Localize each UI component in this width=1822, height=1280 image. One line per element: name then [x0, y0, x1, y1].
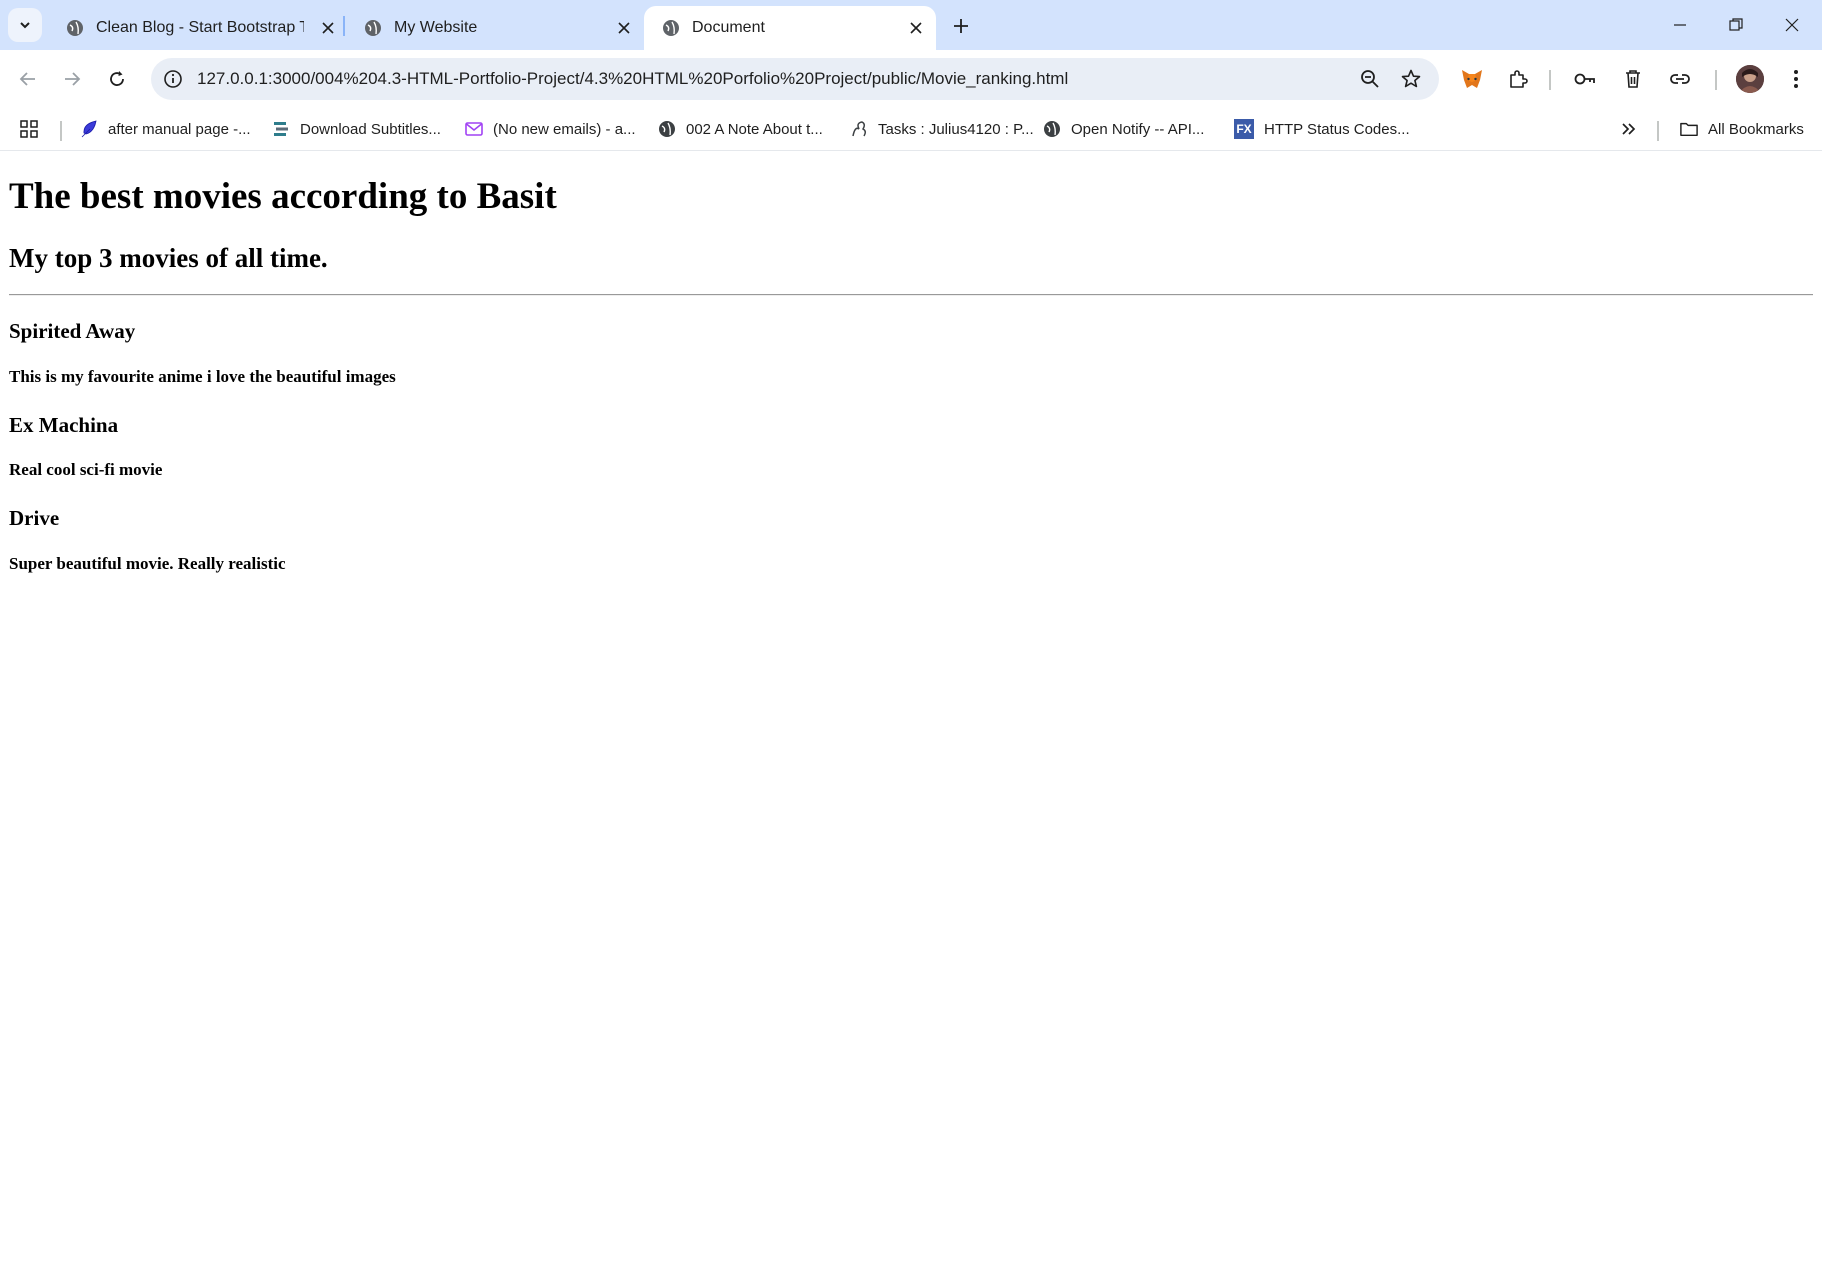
tab-strip: Clean Blog - Start Bootstrap The My Webs… — [0, 0, 1822, 50]
minimize-icon — [1673, 18, 1687, 32]
fx-icon-text: FX — [1236, 122, 1252, 136]
globe-icon — [364, 19, 382, 37]
restore-button[interactable] — [1708, 0, 1764, 50]
close-tab-icon[interactable] — [318, 18, 338, 38]
tab-my-website[interactable]: My Website — [346, 6, 644, 50]
plus-icon — [953, 18, 969, 34]
arrow-right-icon — [63, 70, 81, 88]
folder-icon — [1680, 120, 1698, 138]
fx-icon: FX — [1234, 119, 1254, 139]
tab-search-button[interactable] — [8, 8, 42, 42]
tab-title: My Website — [394, 19, 478, 36]
apps-grid-icon — [20, 120, 38, 138]
bookmark-label: Download Subtitles... — [300, 120, 441, 138]
reload-button[interactable] — [101, 63, 133, 95]
close-tab-icon[interactable] — [906, 18, 926, 38]
bookmark-item[interactable]: (No new emails) - a... — [465, 116, 636, 142]
tab-title: Document — [692, 19, 765, 36]
extensions-puzzle-icon[interactable] — [1502, 63, 1534, 95]
all-bookmarks-label: All Bookmarks — [1708, 120, 1804, 138]
bookmark-label: (No new emails) - a... — [493, 120, 636, 138]
profile-avatar[interactable] — [1736, 65, 1764, 93]
tab-document[interactable]: Document — [644, 6, 936, 50]
movie-title: Ex Machina — [9, 413, 119, 437]
chevron-down-icon — [18, 18, 32, 32]
tab-title: Clean Blog - Start Bootstrap The — [96, 19, 304, 36]
globe-icon — [1043, 120, 1061, 138]
page-content: The best movies according to Basit My to… — [0, 151, 1822, 1280]
site-info-icon[interactable] — [161, 67, 185, 91]
toolbar-separator — [1715, 70, 1717, 90]
globe-icon — [658, 120, 676, 138]
subtitles-icon — [272, 120, 290, 138]
tab-separator — [343, 16, 345, 36]
bookmarks-bar: after manual page -... Download Subtitle… — [0, 108, 1822, 151]
tasks-icon — [850, 120, 868, 138]
globe-icon — [662, 19, 680, 37]
feather-icon — [80, 120, 98, 138]
restore-icon — [1729, 18, 1743, 32]
double-chevron-right-icon — [1620, 120, 1638, 138]
bookmark-item[interactable]: Open Notify -- API... — [1043, 116, 1204, 142]
bookmark-item[interactable]: 002 A Note About t... — [658, 116, 823, 142]
bookmarks-separator — [1657, 121, 1659, 141]
movie-title: Spirited Away — [9, 319, 136, 343]
bookmarks-separator — [60, 121, 62, 141]
all-bookmarks-button[interactable]: All Bookmarks — [1680, 116, 1804, 142]
apps-button[interactable] — [20, 116, 38, 142]
menu-more-icon[interactable] — [1780, 63, 1812, 95]
tab-clean-blog[interactable]: Clean Blog - Start Bootstrap The — [48, 6, 348, 50]
bookmark-label: Tasks : Julius4120 : P... — [878, 120, 1034, 138]
page-subtitle: My top 3 movies of all time. — [9, 243, 328, 273]
movie-description: Real cool sci-fi movie — [9, 460, 163, 479]
movie-description: Super beautiful movie. Really realistic — [9, 554, 286, 573]
movie-description: This is my favourite anime i love the be… — [9, 367, 396, 386]
mail-icon — [465, 120, 483, 138]
url-text[interactable]: 127.0.0.1:3000/004%204.3-HTML-Portfolio-… — [197, 69, 1068, 89]
metamask-extension-icon[interactable] — [1456, 63, 1488, 95]
close-icon — [1785, 18, 1799, 32]
globe-icon — [66, 19, 84, 37]
reload-icon — [108, 70, 126, 88]
star-icon[interactable] — [1399, 67, 1423, 91]
minimize-button[interactable] — [1652, 0, 1708, 50]
close-window-button[interactable] — [1764, 0, 1820, 50]
bookmark-label: Open Notify -- API... — [1071, 120, 1205, 138]
link-icon[interactable] — [1664, 63, 1696, 95]
divider — [9, 294, 1813, 296]
bookmark-label: HTTP Status Codes... — [1264, 120, 1410, 138]
zoom-icon[interactable] — [1358, 67, 1382, 91]
bookmark-label: 002 A Note About t... — [686, 120, 823, 138]
bookmark-item[interactable]: FX HTTP Status Codes... — [1234, 116, 1410, 142]
trash-icon[interactable] — [1617, 63, 1649, 95]
movie-title: Drive — [9, 506, 60, 530]
toolbar-separator — [1549, 70, 1551, 90]
new-tab-button[interactable] — [947, 12, 975, 40]
bookmark-item[interactable]: Download Subtitles... — [272, 116, 441, 142]
password-key-icon[interactable] — [1569, 63, 1601, 95]
more-bookmarks-button[interactable] — [1620, 116, 1638, 142]
page-title: The best movies according to Basit — [9, 176, 557, 217]
address-bar[interactable]: 127.0.0.1:3000/004%204.3-HTML-Portfolio-… — [151, 58, 1439, 100]
bookmark-label: after manual page -... — [108, 120, 251, 138]
bookmark-item[interactable]: after manual page -... — [80, 116, 251, 142]
arrow-left-icon — [19, 70, 37, 88]
browser-toolbar: 127.0.0.1:3000/004%204.3-HTML-Portfolio-… — [0, 50, 1822, 108]
back-button[interactable] — [12, 63, 44, 95]
forward-button[interactable] — [56, 63, 88, 95]
close-tab-icon[interactable] — [614, 18, 634, 38]
bookmark-item[interactable]: Tasks : Julius4120 : P... — [850, 116, 1034, 142]
